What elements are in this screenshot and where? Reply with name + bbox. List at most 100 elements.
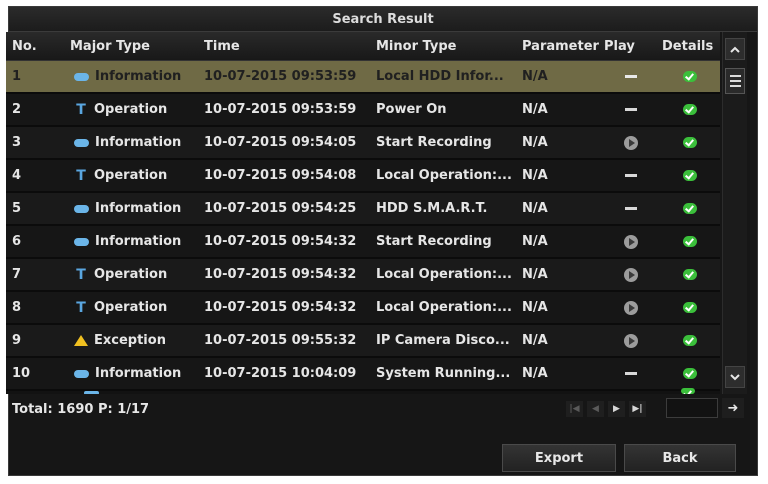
first-page-icon: |◀ — [569, 404, 580, 414]
last-page-icon: ▶| — [632, 404, 643, 414]
minor-type-cell: IP Camera Disco... — [376, 333, 510, 348]
play-icon[interactable] — [624, 234, 638, 249]
details-ok-icon[interactable] — [683, 170, 697, 181]
major-type-cell: T Operation — [70, 267, 198, 283]
minor-type-cell: Local Operation:... — [376, 168, 512, 183]
table-row[interactable]: 8 T Operation 10-07-2015 09:54:32 Local Oper… — [6, 292, 720, 325]
export-button[interactable]: Export — [502, 444, 616, 472]
major-type-cell: Information — [70, 201, 198, 216]
row-number: 3 — [12, 135, 22, 150]
details-ok-icon[interactable] — [683, 335, 697, 346]
details-ok-icon[interactable] — [683, 269, 697, 280]
play-cell — [602, 300, 660, 315]
details-cell — [660, 170, 720, 181]
table-row[interactable]: 2 T Operation 10-07-2015 09:53:59 Power On N/… — [6, 94, 720, 127]
scrollbar-thumb[interactable] — [725, 68, 745, 94]
dash-icon — [625, 207, 637, 210]
play-icon[interactable] — [624, 300, 638, 315]
major-type-label: Operation — [94, 102, 168, 117]
scroll-down-button[interactable] — [725, 366, 745, 388]
column-header-time[interactable]: Time — [198, 39, 370, 54]
row-number: 2 — [12, 102, 22, 117]
details-ok-icon[interactable] — [683, 71, 697, 82]
table-row[interactable]: 6 Information 10-07-2015 09:54:32 Start Rec… — [6, 226, 720, 259]
table-body: 1 Information 10-07-2015 09:53:59 Local HDD… — [6, 61, 720, 391]
play-cell — [602, 75, 660, 78]
time-cell: 10-07-2015 09:54:32 — [204, 234, 357, 249]
row-number: 7 — [12, 267, 22, 282]
chevron-down-icon — [730, 373, 740, 380]
column-header-parameter[interactable]: Parameter — [516, 39, 602, 54]
play-icon[interactable] — [624, 333, 638, 348]
major-type-cell: Information — [70, 135, 198, 150]
table-row[interactable]: 5 Information 10-07-2015 09:54:25 HDD S.M.A… — [6, 193, 720, 226]
parameter-cell: N/A — [522, 168, 548, 183]
row-number: 9 — [12, 333, 22, 348]
details-cell — [660, 335, 720, 346]
table-row[interactable]: 9 Exception 10-07-2015 09:55:32 IP Camera D… — [6, 325, 720, 358]
exception-icon — [74, 335, 88, 346]
table-row[interactable]: 4 T Operation 10-07-2015 09:54:08 Local Oper… — [6, 160, 720, 193]
table-header: No. Major Type Time Minor Type Parameter… — [6, 32, 720, 61]
time-cell: 10-07-2015 10:04:09 — [204, 366, 357, 381]
page-number-input[interactable] — [666, 398, 718, 418]
major-type-cell: T Operation — [70, 102, 198, 118]
row-number: 4 — [12, 168, 22, 183]
info-icon — [74, 237, 89, 246]
table-row[interactable]: 7 T Operation 10-07-2015 09:54:32 Local Oper… — [6, 259, 720, 292]
column-header-no[interactable]: No. — [6, 39, 70, 54]
dash-icon — [625, 75, 637, 78]
major-type-label: Exception — [94, 333, 166, 348]
pager-controls: |◀ ◀ ▶ ▶| — [566, 401, 646, 417]
column-header-major-type[interactable]: Major Type — [70, 39, 198, 54]
table-row[interactable]: 3 Information 10-07-2015 09:54:05 Start Rec… — [6, 127, 720, 160]
play-icon[interactable] — [624, 267, 638, 282]
parameter-cell: N/A — [522, 102, 548, 117]
parameter-cell: N/A — [522, 234, 548, 249]
details-ok-icon[interactable] — [683, 236, 697, 247]
scroll-up-button[interactable] — [725, 38, 745, 60]
details-cell — [660, 137, 720, 148]
major-type-cell: Information — [70, 366, 198, 381]
details-ok-icon[interactable] — [683, 104, 697, 115]
time-cell: 10-07-2015 09:54:32 — [204, 300, 357, 315]
last-page-button[interactable]: ▶| — [629, 401, 646, 417]
minor-type-cell: System Running... — [376, 366, 511, 381]
operation-icon: T — [76, 299, 86, 316]
first-page-button[interactable]: |◀ — [566, 401, 583, 417]
time-cell: 10-07-2015 09:55:32 — [204, 333, 357, 348]
operation-icon: T — [76, 167, 86, 184]
prev-page-button[interactable]: ◀ — [587, 401, 604, 417]
details-ok-icon[interactable] — [683, 368, 697, 379]
major-type-cell: T Operation — [70, 300, 198, 316]
play-cell — [602, 108, 660, 111]
back-button[interactable]: Back — [624, 444, 736, 472]
table-row[interactable]: 1 Information 10-07-2015 09:53:59 Local HDD… — [6, 61, 720, 94]
details-cell — [660, 104, 720, 115]
total-count: Total: 1690 P: 1/17 — [12, 401, 150, 417]
major-type-label: Operation — [94, 300, 168, 315]
operation-icon: T — [76, 266, 86, 283]
play-cell — [602, 333, 660, 348]
details-ok-icon[interactable] — [683, 302, 697, 313]
time-cell: 10-07-2015 09:54:05 — [204, 135, 357, 150]
parameter-cell: N/A — [522, 201, 548, 216]
play-cell — [602, 267, 660, 282]
table-row[interactable]: 10 Information 10-07-2015 10:04:09 System R… — [6, 358, 720, 391]
vertical-scrollbar[interactable] — [722, 32, 747, 394]
go-to-page-button[interactable]: ➜ — [722, 398, 744, 418]
next-page-button[interactable]: ▶ — [608, 401, 625, 417]
details-ok-icon[interactable] — [683, 137, 697, 148]
info-icon — [74, 72, 89, 81]
details-ok-icon — [681, 388, 695, 394]
parameter-cell: N/A — [522, 366, 548, 381]
column-header-details[interactable]: Details — [660, 39, 720, 54]
row-number: 10 — [12, 366, 31, 381]
pagination-bar: Total: 1690 P: 1/17 |◀ ◀ ▶ ▶| ➜ — [6, 396, 744, 422]
details-ok-icon[interactable] — [683, 203, 697, 214]
time-cell: 10-07-2015 09:53:59 — [204, 102, 357, 117]
play-icon[interactable] — [624, 135, 638, 150]
minor-type-cell: HDD S.M.A.R.T. — [376, 201, 488, 216]
column-header-minor-type[interactable]: Minor Type — [370, 39, 516, 54]
column-header-play[interactable]: Play — [602, 39, 660, 54]
